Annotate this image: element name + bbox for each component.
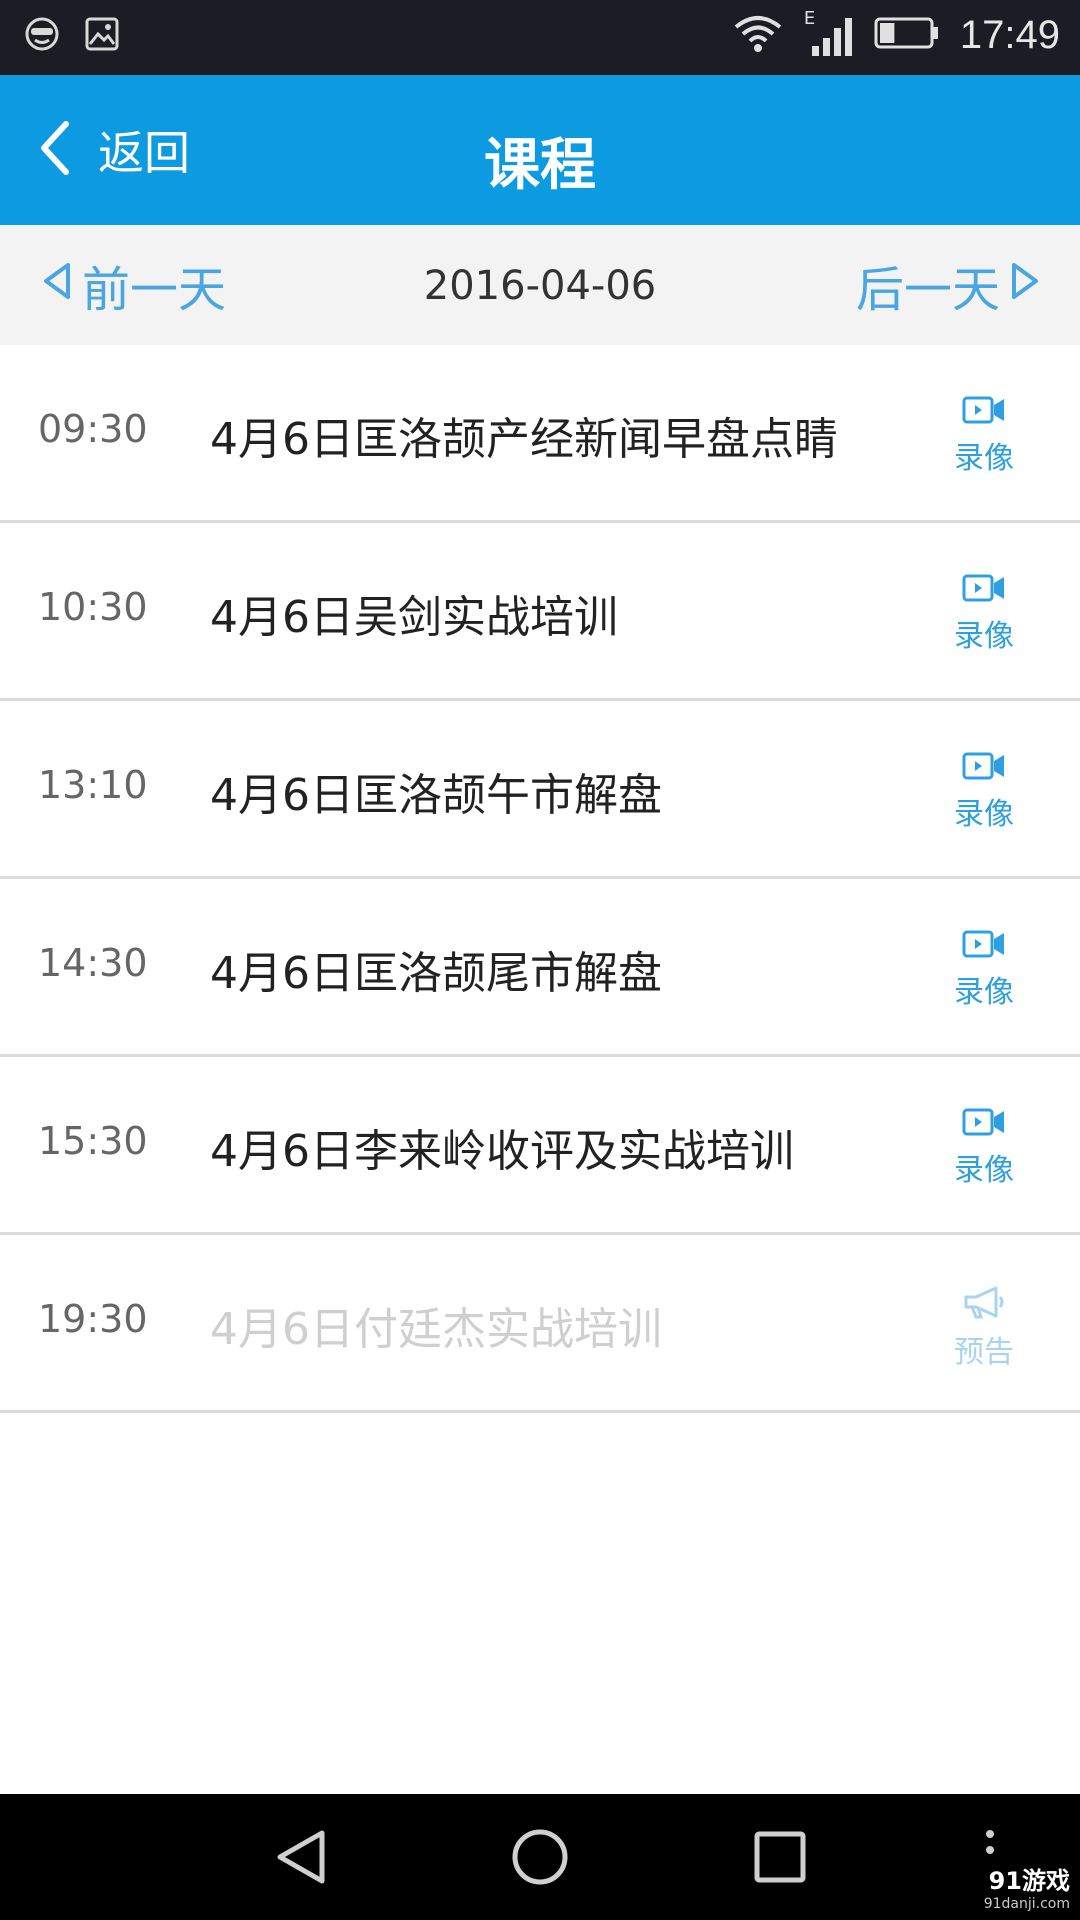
action-label: 录像 <box>954 619 1014 654</box>
network-type: E <box>803 8 816 29</box>
course-title: 4月6日匡洛颉午市解盘 <box>210 770 662 821</box>
course-list: 09:30 4月6日匡洛颉产经新闻早盘点睛 录像 10:30 4月6日吴剑实战培… <box>0 345 1080 1413</box>
status-bar: E 17:49 <box>0 0 1080 75</box>
nav-home-button[interactable] <box>505 1824 575 1894</box>
course-title: 4月6日匡洛颉尾市解盘 <box>210 948 662 999</box>
course-time: 14:30 <box>38 941 148 985</box>
megaphone-icon <box>962 1285 1006 1323</box>
title-bar: 返回 课程 <box>0 75 1080 225</box>
video-record-button[interactable]: 录像 <box>936 751 1032 833</box>
status-time: 17:49 <box>959 12 1060 57</box>
course-title: 4月6日匡洛颉产经新闻早盘点睛 <box>210 414 838 465</box>
action-label: 录像 <box>954 797 1014 832</box>
course-title: 4月6日吴剑实战培训 <box>210 592 618 643</box>
video-record-button[interactable]: 录像 <box>936 395 1032 477</box>
video-camera-icon <box>962 1107 1006 1141</box>
course-title: 4月6日李来岭收评及实战培训 <box>210 1126 794 1177</box>
date-bar: 前一天 2016-04-06 后一天 <box>0 225 1080 345</box>
page-title: 课程 <box>484 133 596 198</box>
video-camera-icon <box>962 929 1006 963</box>
watermark-sub: 91danji.com <box>983 1896 1070 1912</box>
nav-recent-apps-button[interactable] <box>745 1824 815 1894</box>
image-icon <box>84 16 120 56</box>
course-row[interactable]: 19:30 4月6日付廷杰实战培训 预告 <box>0 1235 1080 1413</box>
course-row[interactable]: 13:10 4月6日匡洛颉午市解盘 录像 <box>0 701 1080 879</box>
video-camera-icon <box>962 395 1006 429</box>
triangle-back-icon <box>272 1827 328 1891</box>
watermark: 91游戏 91danji.com <box>984 1861 1070 1912</box>
wifi-icon <box>732 13 784 57</box>
nav-back-button[interactable] <box>265 1824 335 1894</box>
course-time: 13:10 <box>38 763 148 807</box>
course-row[interactable]: 10:30 4月6日吴剑实战培训 录像 <box>0 523 1080 701</box>
overflow-menu-icon[interactable] <box>980 1826 1000 1866</box>
course-time: 10:30 <box>38 585 148 629</box>
next-day-label: 后一天 <box>855 262 1000 318</box>
signal-icon: E <box>804 8 854 58</box>
circle-home-icon <box>510 1827 570 1891</box>
course-time: 15:30 <box>38 1119 148 1163</box>
navigation-bar: 91游戏 91danji.com <box>0 1794 1080 1920</box>
action-label: 录像 <box>954 441 1014 476</box>
battery-icon <box>874 16 940 54</box>
action-label: 录像 <box>954 975 1014 1010</box>
next-day-button[interactable]: 后一天 <box>856 255 1040 318</box>
video-record-button[interactable]: 录像 <box>936 1107 1032 1189</box>
video-record-button[interactable]: 录像 <box>936 929 1032 1011</box>
video-record-button[interactable]: 录像 <box>936 573 1032 655</box>
course-row[interactable]: 15:30 4月6日李来岭收评及实战培训 录像 <box>0 1057 1080 1235</box>
video-camera-icon <box>962 573 1006 607</box>
preview-notice-button[interactable]: 预告 <box>936 1285 1032 1371</box>
course-title: 4月6日付廷杰实战培训 <box>210 1304 662 1355</box>
course-time: 19:30 <box>38 1297 148 1341</box>
square-recents-icon <box>752 1829 808 1889</box>
watermark-main: 91游戏 <box>988 1867 1070 1895</box>
course-row[interactable]: 14:30 4月6日匡洛颉尾市解盘 录像 <box>0 879 1080 1057</box>
triangle-right-icon <box>1010 257 1040 313</box>
action-label: 预告 <box>954 1335 1014 1370</box>
smiley-mask-icon <box>24 16 60 56</box>
course-time: 09:30 <box>38 407 148 451</box>
course-row[interactable]: 09:30 4月6日匡洛颉产经新闻早盘点睛 录像 <box>0 345 1080 523</box>
video-camera-icon <box>962 751 1006 785</box>
action-label: 录像 <box>954 1153 1014 1188</box>
